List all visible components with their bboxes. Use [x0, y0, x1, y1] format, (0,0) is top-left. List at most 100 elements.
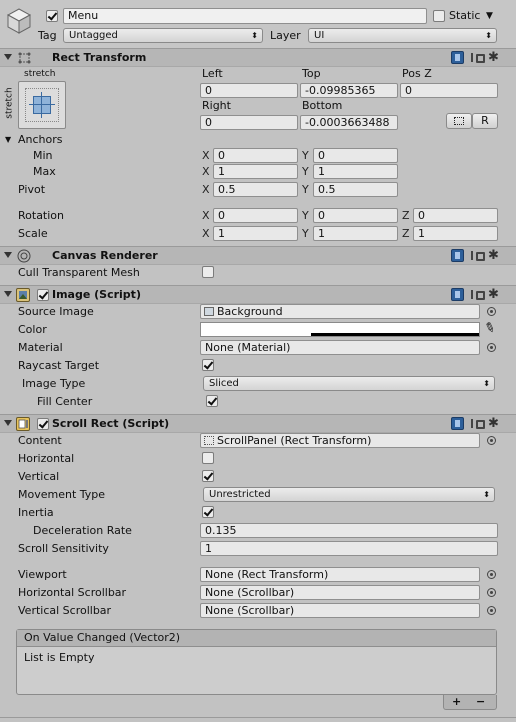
- foldout-arrow-icon[interactable]: [4, 252, 12, 258]
- right-input[interactable]: 0: [200, 115, 298, 130]
- anchor-max-x-input[interactable]: 1: [213, 164, 298, 179]
- add-event-button[interactable]: +: [452, 695, 461, 709]
- source-image-field[interactable]: Background: [200, 304, 480, 319]
- bottom-input[interactable]: -0.0003663488: [300, 115, 398, 130]
- rect-transform-title: Rect Transform: [52, 51, 147, 64]
- vscrollbar-label: Vertical Scrollbar: [18, 604, 112, 617]
- image-header[interactable]: Image (Script) ✱: [0, 285, 516, 304]
- material-label: Material: [18, 341, 63, 354]
- tag-dropdown[interactable]: Untagged ⬍: [63, 28, 263, 43]
- object-picker-icon[interactable]: [487, 307, 496, 316]
- raw-edit-button[interactable]: R: [472, 113, 498, 129]
- help-book-icon[interactable]: [451, 417, 464, 430]
- raycast-label: Raycast Target: [18, 359, 100, 372]
- rect-transform-icon: [17, 51, 31, 65]
- horizontal-toggle[interactable]: [202, 452, 214, 464]
- gear-icon[interactable]: ✱: [487, 249, 500, 262]
- deceleration-input[interactable]: 0.135: [200, 523, 498, 538]
- gear-icon[interactable]: ✱: [487, 417, 500, 430]
- static-dropdown-icon[interactable]: ▼: [486, 9, 493, 23]
- top-label: Top: [302, 67, 321, 80]
- x-label: X: [202, 149, 210, 162]
- object-picker-icon[interactable]: [487, 588, 496, 597]
- inertia-toggle[interactable]: [202, 506, 214, 518]
- vertical-toggle[interactable]: [202, 470, 214, 482]
- preset-icon[interactable]: [470, 417, 485, 430]
- object-picker-icon[interactable]: [487, 343, 496, 352]
- viewport-field[interactable]: None (Rect Transform): [200, 567, 480, 582]
- anchor-min-y-input[interactable]: 0: [313, 148, 398, 163]
- scale-y-input[interactable]: 1: [313, 226, 398, 241]
- pivot-y-input[interactable]: 0.5: [313, 182, 398, 197]
- preset-icon[interactable]: [470, 288, 485, 301]
- object-picker-icon[interactable]: [487, 570, 496, 579]
- event-header: On Value Changed (Vector2): [17, 630, 496, 647]
- right-label: Right: [202, 99, 231, 112]
- object-picker-icon[interactable]: [487, 606, 496, 615]
- posz-input[interactable]: 0: [400, 83, 498, 98]
- canvas-renderer-title: Canvas Renderer: [52, 249, 158, 262]
- top-input[interactable]: -0.09985365: [300, 83, 398, 98]
- pivot-x-input[interactable]: 0.5: [213, 182, 298, 197]
- foldout-arrow-icon[interactable]: [4, 291, 12, 297]
- scale-x-input[interactable]: 1: [213, 226, 298, 241]
- source-image-value: Background: [217, 305, 283, 318]
- image-title: Image (Script): [52, 288, 141, 301]
- material-field[interactable]: None (Material): [200, 340, 480, 355]
- raycast-toggle[interactable]: [202, 359, 214, 371]
- vscrollbar-field[interactable]: None (Scrollbar): [200, 603, 480, 618]
- remove-event-button[interactable]: −: [476, 695, 485, 709]
- help-book-icon[interactable]: [451, 51, 464, 64]
- help-book-icon[interactable]: [451, 249, 464, 262]
- help-book-icon[interactable]: [451, 288, 464, 301]
- preset-icon[interactable]: [470, 51, 485, 64]
- anchors-foldout[interactable]: ▼: [5, 133, 11, 147]
- content-field[interactable]: ScrollPanel (Rect Transform): [200, 433, 480, 448]
- on-value-changed-event: On Value Changed (Vector2) List is Empty: [16, 629, 497, 695]
- viewport-label: Viewport: [18, 568, 67, 581]
- anchor-min-x-input[interactable]: 0: [213, 148, 298, 163]
- movement-type-dropdown[interactable]: Unrestricted ⬍: [203, 487, 495, 502]
- layer-dropdown[interactable]: UI ⬍: [308, 28, 497, 43]
- anchor-preset-button[interactable]: [18, 81, 66, 129]
- color-swatch[interactable]: [200, 322, 480, 337]
- blueprint-mode-button[interactable]: [446, 113, 472, 129]
- active-toggle[interactable]: [46, 10, 58, 22]
- color-label: Color: [18, 323, 47, 336]
- gear-icon[interactable]: ✱: [487, 288, 500, 301]
- scale-z-input[interactable]: 1: [413, 226, 498, 241]
- image-type-label: Image Type: [22, 377, 86, 390]
- object-picker-icon[interactable]: [487, 436, 496, 445]
- image-type-dropdown[interactable]: Sliced ⬍: [203, 376, 495, 391]
- preset-icon[interactable]: [470, 249, 485, 262]
- cull-mesh-toggle[interactable]: [202, 266, 214, 278]
- scroll-rect-header[interactable]: Scroll Rect (Script) ✱: [0, 414, 516, 433]
- eyedropper-icon[interactable]: ✎: [482, 320, 497, 338]
- z-label: Z: [402, 227, 410, 240]
- hscrollbar-field[interactable]: None (Scrollbar): [200, 585, 480, 600]
- canvas-renderer-header[interactable]: Canvas Renderer ✱: [0, 246, 516, 265]
- gear-icon[interactable]: ✱: [487, 51, 500, 64]
- rotation-z-input[interactable]: 0: [413, 208, 498, 223]
- x-label: X: [202, 183, 210, 196]
- scroll-sensitivity-input[interactable]: 1: [200, 541, 498, 556]
- fill-center-toggle[interactable]: [206, 395, 218, 407]
- foldout-arrow-icon[interactable]: [4, 54, 12, 60]
- left-input[interactable]: 0: [200, 83, 298, 98]
- image-enabled-toggle[interactable]: [37, 289, 49, 301]
- object-name-input[interactable]: Menu: [63, 8, 427, 24]
- static-toggle[interactable]: [433, 10, 445, 22]
- scroll-rect-enabled-toggle[interactable]: [37, 418, 49, 430]
- rotation-y-input[interactable]: 0: [313, 208, 398, 223]
- rotation-x-input[interactable]: 0: [213, 208, 298, 223]
- tag-value: Untagged: [69, 30, 118, 41]
- left-label: Left: [202, 67, 223, 80]
- foldout-arrow-icon[interactable]: [4, 420, 12, 426]
- anchors-label: Anchors: [18, 133, 63, 146]
- rect-transform-header[interactable]: Rect Transform ✱: [0, 48, 516, 67]
- content-label: Content: [18, 434, 62, 447]
- x-label: X: [202, 227, 210, 240]
- min-label: Min: [33, 149, 53, 162]
- x-label: X: [202, 209, 210, 222]
- anchor-max-y-input[interactable]: 1: [313, 164, 398, 179]
